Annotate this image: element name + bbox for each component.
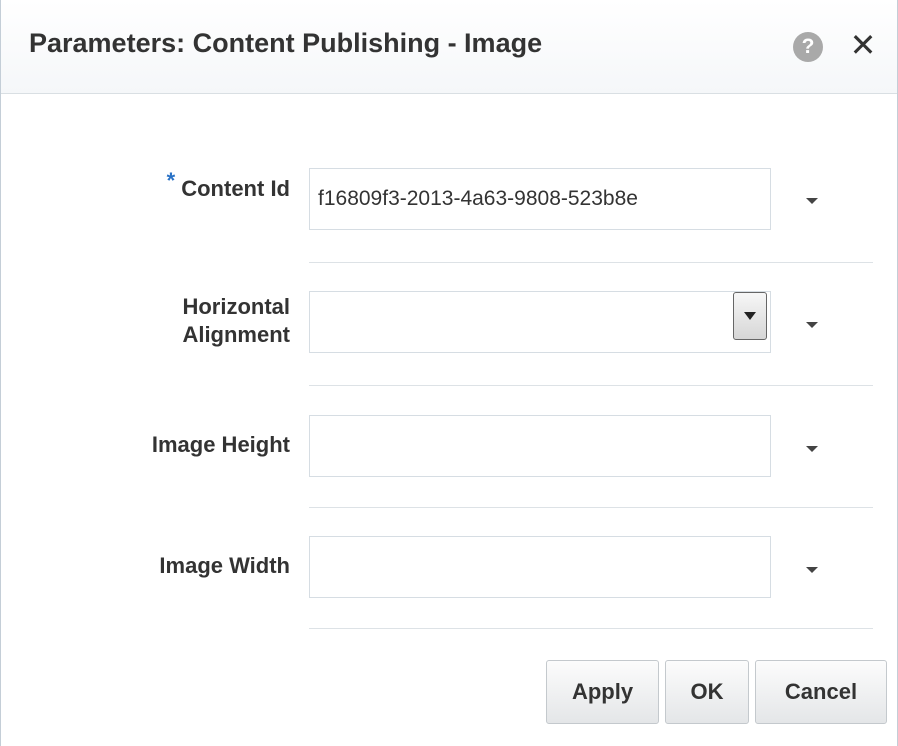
horizontal-alignment-label-line1: Horizontal bbox=[182, 294, 290, 319]
ok-button[interactable]: OK bbox=[665, 660, 749, 724]
content-id-input[interactable]: f16809f3-2013-4a63-9808-523b8e bbox=[309, 168, 771, 230]
content-id-label-text: Content Id bbox=[181, 176, 290, 201]
content-id-label: * Content Id bbox=[167, 168, 290, 203]
close-icon[interactable]: ✕ bbox=[847, 26, 879, 64]
dropdown-arrow-icon bbox=[744, 312, 756, 320]
dropdown-button[interactable] bbox=[733, 292, 767, 340]
help-icon[interactable]: ? bbox=[793, 32, 823, 62]
horizontal-alignment-label-line2: Alignment bbox=[182, 322, 290, 347]
image-height-options-chevron-down-icon[interactable] bbox=[806, 446, 818, 452]
apply-button[interactable]: Apply bbox=[546, 660, 659, 724]
horizontal-alignment-options-chevron-down-icon[interactable] bbox=[806, 322, 818, 328]
image-width-options-chevron-down-icon[interactable] bbox=[806, 567, 818, 573]
image-width-label: Image Width bbox=[159, 553, 290, 578]
dialog-titlebar: Parameters: Content Publishing - Image ?… bbox=[1, 0, 897, 94]
divider bbox=[309, 507, 873, 508]
image-width-input[interactable] bbox=[309, 536, 771, 598]
required-marker: * bbox=[166, 168, 176, 193]
divider bbox=[309, 262, 873, 263]
divider bbox=[309, 385, 873, 386]
cancel-button[interactable]: Cancel bbox=[755, 660, 887, 724]
image-height-input[interactable] bbox=[309, 415, 771, 477]
parameters-dialog: Parameters: Content Publishing - Image ?… bbox=[0, 0, 898, 746]
image-height-label: Image Height bbox=[151, 432, 290, 457]
content-id-options-chevron-down-icon[interactable] bbox=[806, 198, 818, 204]
horizontal-alignment-select[interactable] bbox=[309, 291, 771, 353]
dialog-title: Parameters: Content Publishing - Image bbox=[29, 28, 543, 58]
horizontal-alignment-label: Horizontal Alignment bbox=[182, 293, 290, 349]
divider bbox=[309, 628, 873, 629]
